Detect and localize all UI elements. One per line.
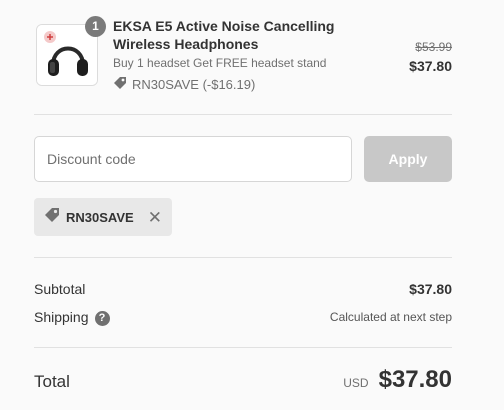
- line-discount: RN30SAVE (-$16.19): [113, 76, 255, 93]
- question-circle-icon[interactable]: ?: [94, 310, 110, 326]
- product-title: EKSA E5 Active Noise Cancelling Wireless…: [113, 18, 335, 52]
- tag-icon: [44, 207, 60, 228]
- discount-code-label: RN30SAVE: [66, 209, 134, 225]
- tag-icon: [113, 76, 127, 93]
- shipping-row: Shipping?: [34, 309, 110, 326]
- currency-code: USD: [343, 376, 369, 390]
- total-price: $37.80: [378, 366, 452, 393]
- shipping-label: Shipping: [34, 309, 89, 325]
- line-discount-text: RN30SAVE (-$16.19): [132, 77, 256, 92]
- subtotal-value: $37.80: [409, 281, 452, 297]
- applied-discount-tag: RN30SAVE ✕: [34, 198, 172, 236]
- apply-button[interactable]: Apply: [364, 136, 452, 182]
- divider: [34, 347, 452, 348]
- order-summary: 1 EKSA E5 Active Noise Cancelling Wirele…: [0, 0, 504, 410]
- subtotal-label: Subtotal: [34, 281, 86, 297]
- discount-code-input[interactable]: [34, 136, 352, 182]
- compare-at-price: $53.99: [415, 40, 452, 54]
- divider: [34, 257, 452, 258]
- line-item: 1 EKSA E5 Active Noise Cancelling Wirele…: [34, 16, 452, 96]
- divider: [34, 114, 452, 115]
- line-price: $37.80: [409, 58, 452, 74]
- total-label: Total: [34, 372, 70, 391]
- total-amount: USD $37.80: [343, 366, 452, 394]
- close-icon[interactable]: ✕: [148, 209, 162, 226]
- shipping-value: Calculated at next step: [329, 310, 452, 324]
- product-variant: Buy 1 headset Get FREE headset stand: [113, 56, 327, 70]
- quantity-badge: 1: [85, 16, 106, 37]
